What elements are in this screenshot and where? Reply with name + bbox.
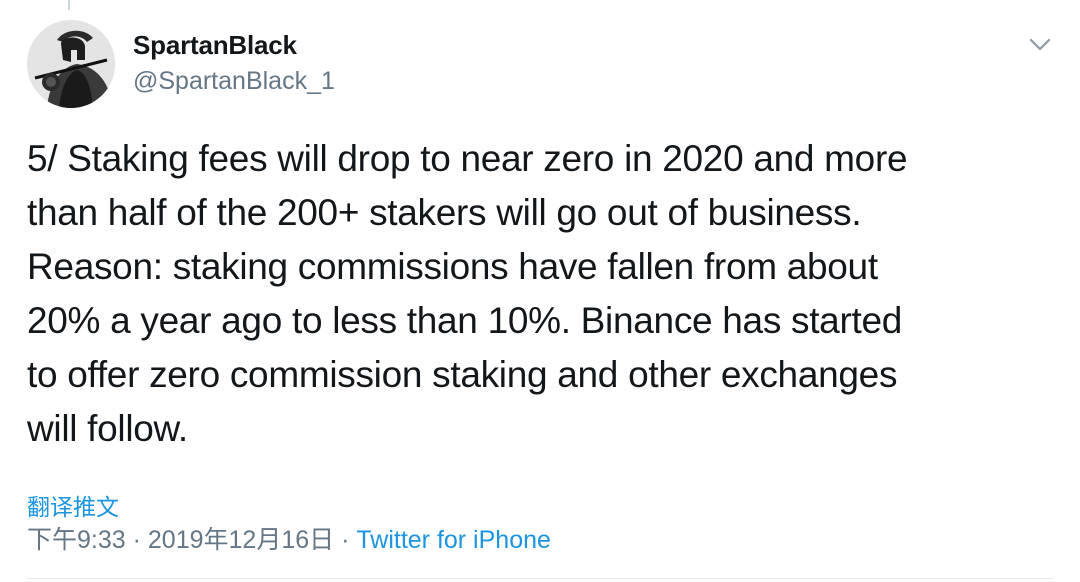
author-display-name[interactable]: SpartanBlack <box>133 30 297 61</box>
chevron-down-icon[interactable] <box>1026 32 1054 56</box>
avatar[interactable] <box>27 20 115 108</box>
tweet-text-line: 20% a year ago to less than 10%. Binance… <box>27 300 903 341</box>
tweet-metadata: 下午9:33 · 2019年12月16日 · Twitter for iPhon… <box>27 520 551 556</box>
tweet-source-link[interactable]: Twitter for iPhone <box>356 526 551 554</box>
tweet-text-line: than half of the 200+ stakers will go ou… <box>27 192 862 233</box>
thread-connector-line <box>68 0 70 10</box>
tweet-time[interactable]: 下午9:33 <box>27 526 126 554</box>
divider <box>27 578 1053 579</box>
tweet-text: 5/ Staking fees will drop to near zero i… <box>27 132 1057 456</box>
author-handle[interactable]: @SpartanBlack_1 <box>133 67 335 96</box>
tweet-text-line: Reason: staking commissions have fallen … <box>27 246 878 287</box>
spartan-warrior-avatar-icon <box>27 20 115 108</box>
meta-separator: · <box>132 526 141 554</box>
meta-separator: · <box>341 526 350 554</box>
translate-tweet-link[interactable]: 翻译推文 <box>27 488 119 522</box>
tweet-date[interactable]: 2019年12月16日 <box>148 526 334 554</box>
tweet-text-line: will follow. <box>27 408 188 449</box>
tweet-text-line: to offer zero commission staking and oth… <box>27 354 898 395</box>
tweet-text-line: 5/ Staking fees will drop to near zero i… <box>27 138 908 179</box>
